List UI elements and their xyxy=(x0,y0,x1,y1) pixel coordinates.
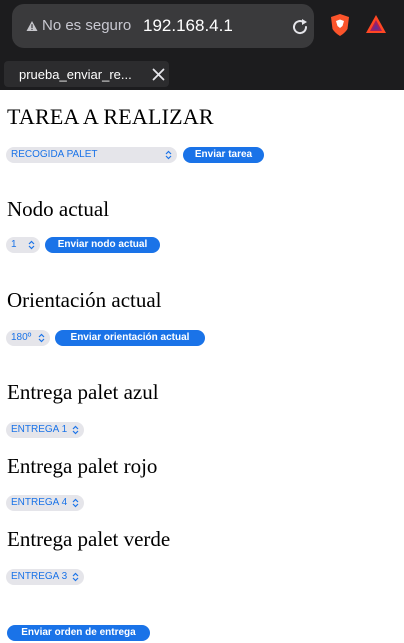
address-bar[interactable]: No es seguro 192.168.4.1 xyxy=(12,4,314,48)
green-pallet-select-value: ENTREGA 3 xyxy=(11,571,68,582)
send-orientation-button[interactable]: Enviar orientación actual xyxy=(55,330,205,346)
close-icon[interactable] xyxy=(152,68,165,81)
security-status: No es seguro xyxy=(42,17,132,34)
node-heading: Nodo actual xyxy=(7,197,110,221)
browser-chrome: No es seguro 192.168.4.1 prueba_enviar_r… xyxy=(0,0,404,90)
task-select-value: RECOGIDA PALET xyxy=(11,149,98,160)
blue-pallet-heading: Entrega palet azul xyxy=(7,380,159,404)
task-heading: TAREA A REALIZAR xyxy=(7,104,214,129)
blue-pallet-select[interactable]: ENTREGA 1 xyxy=(6,422,84,438)
green-pallet-heading: Entrega palet verde xyxy=(7,527,171,551)
green-pallet-select[interactable]: ENTREGA 3 xyxy=(6,569,84,585)
chevron-updown-icon xyxy=(72,572,79,582)
task-select[interactable]: RECOGIDA PALET xyxy=(6,147,177,163)
brave-rewards-icon[interactable] xyxy=(365,14,387,34)
node-select-value: 1 xyxy=(11,239,17,250)
reload-icon[interactable] xyxy=(290,17,310,37)
orientation-heading: Orientación actual xyxy=(7,288,162,312)
send-node-button[interactable]: Enviar nodo actual xyxy=(45,237,160,253)
orientation-select-value: 180º xyxy=(11,332,32,343)
red-pallet-select[interactable]: ENTREGA 4 xyxy=(6,495,84,511)
red-pallet-heading: Entrega palet rojo xyxy=(7,454,158,478)
blue-pallet-select-value: ENTREGA 1 xyxy=(11,424,68,435)
send-delivery-order-button[interactable]: Enviar orden de entrega xyxy=(7,625,150,641)
chevron-updown-icon xyxy=(38,333,45,343)
send-task-button[interactable]: Enviar tarea xyxy=(183,147,264,163)
chevron-updown-icon xyxy=(28,240,35,250)
chevron-updown-icon xyxy=(72,425,79,435)
tab-title: prueba_enviar_re... xyxy=(19,67,132,82)
brave-shield-icon[interactable] xyxy=(329,13,351,37)
orientation-select[interactable]: 180º xyxy=(6,330,50,346)
node-select[interactable]: 1 xyxy=(6,237,40,253)
url-host: 192.168.4.1 xyxy=(143,16,233,35)
chevron-updown-icon xyxy=(72,498,79,508)
browser-tab[interactable]: prueba_enviar_re... xyxy=(4,61,169,87)
red-pallet-select-value: ENTREGA 4 xyxy=(11,497,68,508)
chevron-updown-icon xyxy=(165,150,172,160)
warning-icon xyxy=(26,21,38,31)
